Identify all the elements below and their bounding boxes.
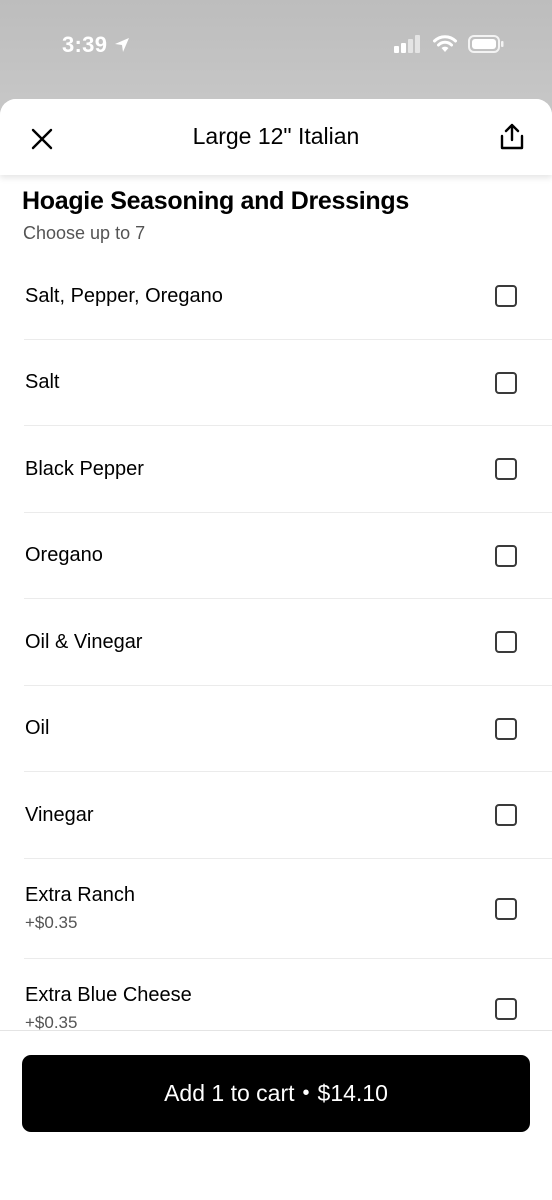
option-checkbox[interactable]: [495, 997, 517, 1020]
status-icons: [394, 34, 504, 54]
cellular-signal-icon: [394, 35, 420, 53]
option-text: Salt: [25, 340, 59, 427]
option-checkbox[interactable]: [495, 804, 517, 827]
option-text: Black Pepper: [25, 426, 144, 513]
option-text: Oil: [25, 686, 49, 773]
add-to-cart-button[interactable]: Add 1 to cart • $14.10: [22, 1055, 530, 1132]
option-label: Extra Blue Cheese: [25, 984, 192, 1006]
wifi-icon: [433, 35, 457, 52]
section-title: Hoagie Seasoning and Dressings: [22, 187, 409, 215]
option-text: Salt, Pepper, Oregano: [25, 253, 223, 340]
option-text: Vinegar: [25, 772, 94, 859]
option-checkbox[interactable]: [495, 631, 517, 654]
option-label: Salt: [25, 371, 60, 394]
option-label: Salt, Pepper, Oregano: [25, 284, 223, 307]
sheet-header: Large 12" Italian: [0, 99, 552, 175]
share-button[interactable]: [492, 117, 532, 157]
section-subtitle: Choose up to 7: [23, 223, 146, 243]
add-to-cart-label: Add 1 to cart: [164, 1080, 295, 1106]
option-checkbox[interactable]: [495, 897, 517, 920]
cart-footer: Add 1 to cart • $14.10: [0, 1030, 552, 1200]
options-list: Salt, Pepper, Oregano Salt Black Pepper: [0, 253, 552, 1059]
option-checkbox[interactable]: [495, 717, 517, 740]
status-time-text: 3:39: [62, 32, 108, 57]
status-bar: 3:39: [0, 0, 552, 100]
option-row[interactable]: Extra Ranch +$0.35: [0, 859, 552, 959]
price-separator: •: [302, 1082, 310, 1104]
option-row[interactable]: Oregano: [0, 513, 552, 600]
option-label: Oregano: [25, 544, 103, 567]
option-label: Black Pepper: [25, 457, 144, 480]
battery-icon: [468, 35, 504, 53]
option-checkbox[interactable]: [495, 544, 517, 567]
option-text: Oregano: [25, 513, 103, 600]
status-time: 3:39: [62, 32, 131, 58]
location-arrow-icon: [115, 38, 130, 52]
option-label: Extra Ranch: [25, 884, 136, 906]
option-row[interactable]: Oil & Vinegar: [0, 599, 552, 686]
option-text: Extra Ranch +$0.35: [25, 859, 135, 959]
option-label: Vinegar: [25, 803, 94, 826]
option-label: Oil & Vinegar: [25, 630, 143, 653]
option-row[interactable]: Oil: [0, 686, 552, 773]
option-row[interactable]: Salt, Pepper, Oregano: [0, 253, 552, 340]
option-text: Oil & Vinegar: [25, 599, 142, 686]
option-row[interactable]: Salt: [0, 340, 552, 427]
option-price: +$0.35: [25, 913, 78, 932]
option-checkbox[interactable]: [495, 285, 517, 308]
option-label: Oil: [25, 717, 50, 740]
share-icon: [500, 123, 524, 150]
page-title: Large 12" Italian: [192, 123, 360, 149]
option-checkbox[interactable]: [495, 371, 517, 394]
option-row[interactable]: Black Pepper: [0, 426, 552, 513]
add-to-cart-price: $14.10: [317, 1080, 388, 1106]
option-checkbox[interactable]: [495, 458, 517, 481]
option-row[interactable]: Vinegar: [0, 772, 552, 859]
